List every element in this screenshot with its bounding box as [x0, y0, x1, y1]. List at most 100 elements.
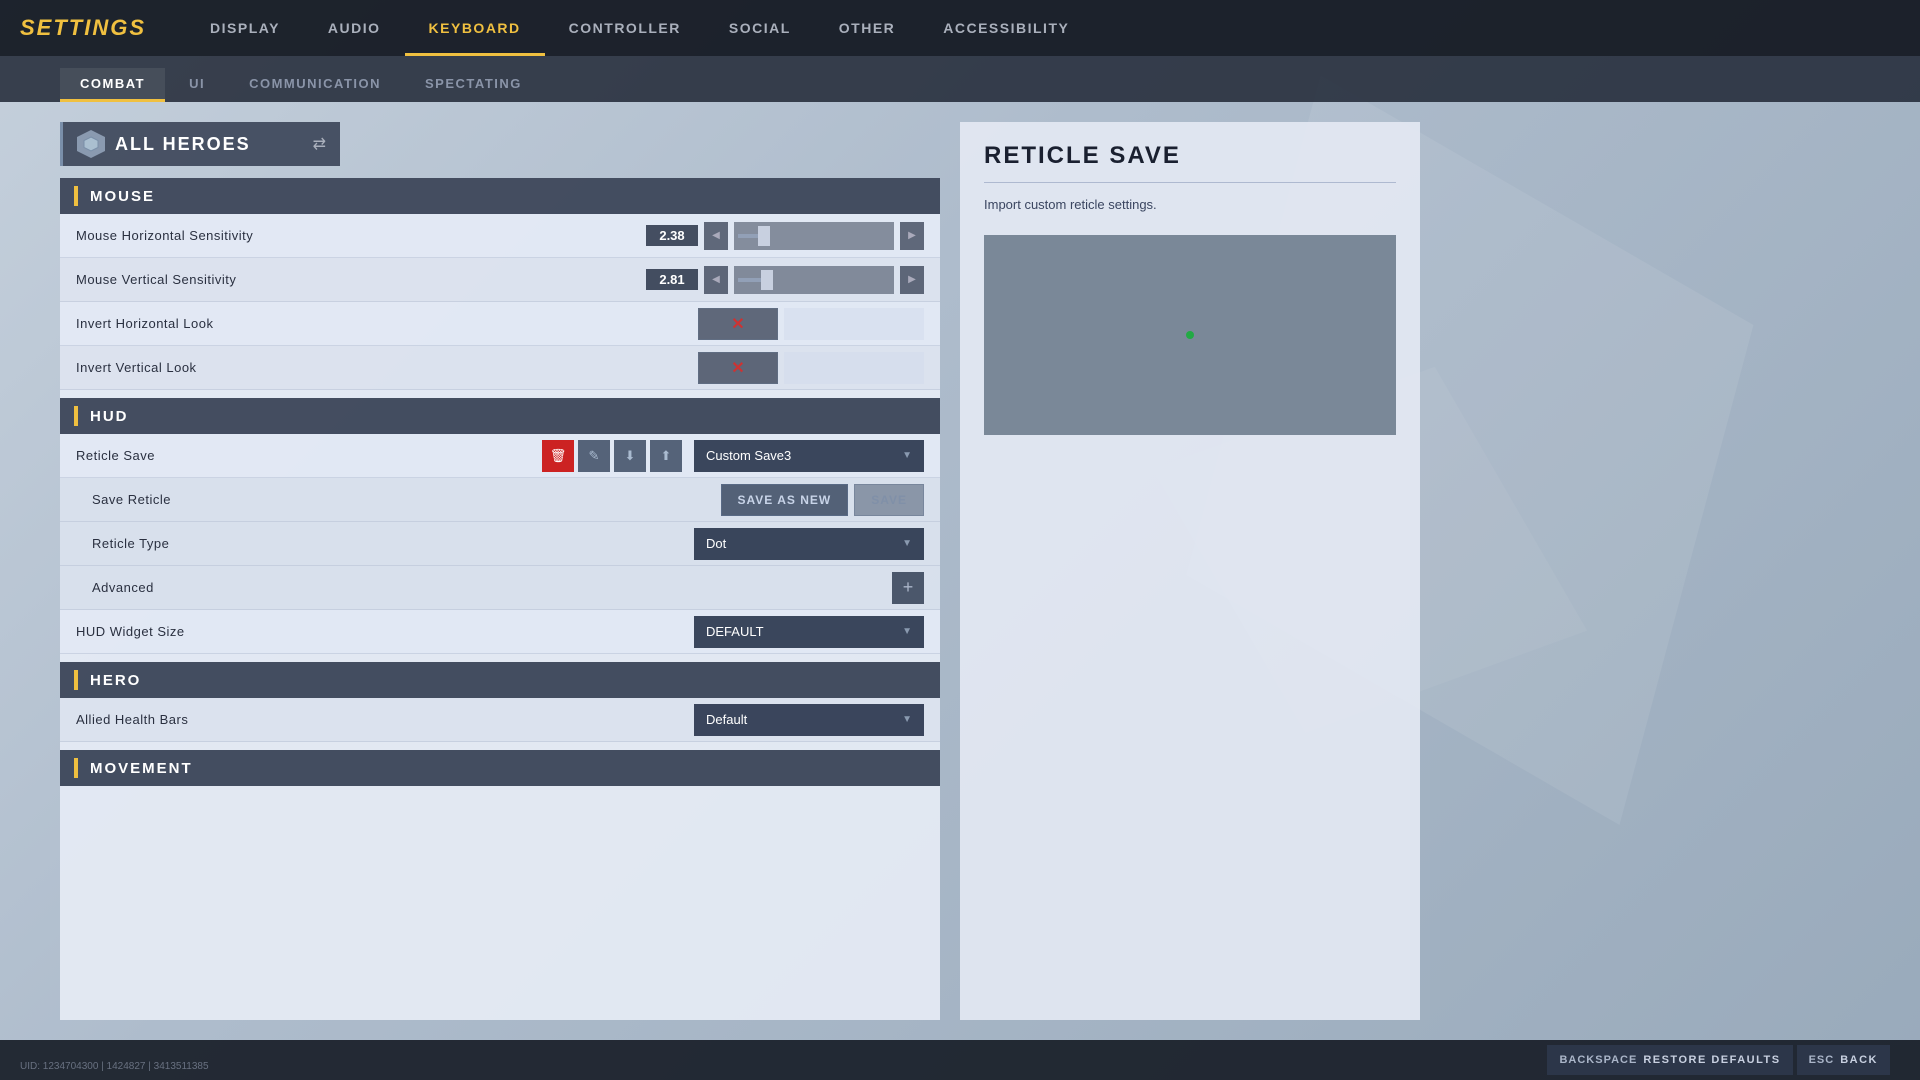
- mouse-horizontal-value: 2.38: [646, 225, 698, 246]
- mouse-horizontal-right-arrow[interactable]: ▶: [900, 222, 924, 250]
- invert-horizontal-control: ✕: [698, 308, 924, 340]
- reticle-export-button[interactable]: ⬆: [650, 440, 682, 472]
- movement-section-title: MOVEMENT: [90, 760, 193, 777]
- sub-tabs-bar: COMBAT UI COMMUNICATION SPECTATING: [0, 56, 1920, 102]
- back-button[interactable]: ESC BACK: [1797, 1045, 1890, 1075]
- allied-health-bars-control: Default ▼: [694, 704, 924, 736]
- hero-swap-button[interactable]: ⇄: [313, 134, 326, 154]
- reticle-save-dropdown[interactable]: Custom Save3 ▼: [694, 440, 924, 472]
- mouse-vertical-slider[interactable]: [734, 266, 894, 294]
- invert-vertical-toggle[interactable]: ✕: [698, 352, 778, 384]
- hero-section-title: HERO: [90, 672, 141, 689]
- hud-widget-size-dropdown[interactable]: DEFAULT ▼: [694, 616, 924, 648]
- nav-item-display[interactable]: DISPLAY: [186, 0, 304, 56]
- invert-vertical-x-icon: ✕: [731, 358, 744, 378]
- mouse-vertical-thumb[interactable]: [761, 270, 773, 290]
- allied-health-bars-dropdown[interactable]: Default ▼: [694, 704, 924, 736]
- mouse-horizontal-slider[interactable]: [734, 222, 894, 250]
- hero-icon: [77, 130, 105, 158]
- sub-tab-combat[interactable]: COMBAT: [60, 68, 165, 102]
- reticle-type-control: Dot ▼: [694, 528, 924, 560]
- invert-horizontal-row: Invert Horizontal Look ✕: [60, 302, 940, 346]
- top-nav-bar: SETTINGS DISPLAY AUDIO KEYBOARD CONTROLL…: [0, 0, 1920, 56]
- advanced-row: Advanced +: [60, 566, 940, 610]
- nav-item-other[interactable]: OTHER: [815, 0, 920, 56]
- hero-selector[interactable]: ALL HEROES ⇄: [60, 122, 340, 166]
- hero-section-header: HERO: [60, 662, 940, 698]
- reticle-save-label: Reticle Save: [76, 448, 542, 463]
- save-as-new-button[interactable]: SAVE AS NEW: [721, 484, 849, 516]
- nav-item-keyboard[interactable]: KEYBOARD: [405, 0, 545, 56]
- sub-tab-spectating[interactable]: SPECTATING: [405, 68, 542, 102]
- movement-section-header: MOVEMENT: [60, 750, 940, 786]
- mouse-vertical-control: 2.81 ◀ ▶: [646, 266, 924, 294]
- restore-defaults-label: RESTORE DEFAULTS: [1643, 1054, 1780, 1066]
- mouse-horizontal-label: Mouse Horizontal Sensitivity: [76, 228, 646, 243]
- mouse-horizontal-control: 2.38 ◀ ▶: [646, 222, 924, 250]
- reticle-save-row: Reticle Save 🗑 ✎ ⬇ ⬆ Custom Save3 ▼: [60, 434, 940, 478]
- mouse-vertical-value: 2.81: [646, 269, 698, 290]
- reticle-delete-button[interactable]: 🗑: [542, 440, 574, 472]
- movement-title-bar: [74, 758, 78, 778]
- hud-widget-dropdown-arrow: ▼: [902, 626, 912, 637]
- save-button[interactable]: SAVE: [854, 484, 924, 516]
- sub-tab-communication[interactable]: COMMUNICATION: [229, 68, 401, 102]
- allied-health-dropdown-arrow: ▼: [902, 714, 912, 725]
- invert-vertical-control: ✕: [698, 352, 924, 384]
- hud-title-bar: [74, 406, 78, 426]
- reticle-type-label: Reticle Type: [92, 536, 694, 551]
- advanced-label: Advanced: [92, 580, 892, 595]
- mouse-vertical-right-arrow[interactable]: ▶: [900, 266, 924, 294]
- reticle-save-dropdown-arrow: ▼: [902, 450, 912, 461]
- reticle-type-dropdown[interactable]: Dot ▼: [694, 528, 924, 560]
- hero-title: ALL HEROES: [115, 134, 303, 155]
- save-reticle-row: Save Reticle SAVE AS NEW SAVE: [60, 478, 940, 522]
- nav-item-accessibility[interactable]: ACCESSIBILITY: [919, 0, 1093, 56]
- hero-title-bar: [74, 670, 78, 690]
- mouse-horizontal-thumb[interactable]: [758, 226, 770, 246]
- invert-vertical-label: Invert Vertical Look: [76, 360, 698, 375]
- nav-items: DISPLAY AUDIO KEYBOARD CONTROLLER SOCIAL…: [186, 0, 1093, 56]
- bottom-bar: UID: 1234704300 | 1424827 | 3413511385 B…: [0, 1040, 1920, 1080]
- nav-item-audio[interactable]: AUDIO: [304, 0, 405, 56]
- app-title: SETTINGS: [20, 15, 146, 41]
- reticle-import-button[interactable]: ⬇: [614, 440, 646, 472]
- hud-widget-size-control: DEFAULT ▼: [694, 616, 924, 648]
- reticle-dot: [1186, 331, 1194, 339]
- hud-section-title: HUD: [90, 408, 129, 425]
- save-reticle-control: SAVE AS NEW SAVE: [721, 484, 924, 516]
- hud-section-header: HUD: [60, 398, 940, 434]
- back-label: BACK: [1840, 1054, 1878, 1066]
- invert-horizontal-x-icon: ✕: [731, 314, 744, 334]
- allied-health-bars-label: Allied Health Bars: [76, 712, 694, 727]
- right-panel: RETICLE SAVE Import custom reticle setti…: [960, 122, 1420, 1020]
- right-panel-description: Import custom reticle settings.: [984, 195, 1396, 215]
- reticle-save-icons: 🗑 ✎ ⬇ ⬆: [542, 440, 682, 472]
- invert-vertical-placeholder: [784, 352, 924, 384]
- mouse-vertical-left-arrow[interactable]: ◀: [704, 266, 728, 294]
- invert-horizontal-placeholder: [784, 308, 924, 340]
- invert-horizontal-toggle[interactable]: ✕: [698, 308, 778, 340]
- left-panel: ALL HEROES ⇄ MOUSE Mouse Horizontal Sens…: [60, 122, 940, 1020]
- nav-item-controller[interactable]: CONTROLLER: [545, 0, 705, 56]
- mouse-section-title: MOUSE: [90, 188, 155, 205]
- mouse-horizontal-left-arrow[interactable]: ◀: [704, 222, 728, 250]
- advanced-control: +: [892, 572, 924, 604]
- restore-defaults-button[interactable]: BACKSPACE RESTORE DEFAULTS: [1547, 1045, 1792, 1075]
- nav-item-social[interactable]: SOCIAL: [705, 0, 815, 56]
- mouse-vertical-row: Mouse Vertical Sensitivity 2.81 ◀ ▶: [60, 258, 940, 302]
- hud-widget-size-row: HUD Widget Size DEFAULT ▼: [60, 610, 940, 654]
- sub-tab-ui[interactable]: UI: [169, 68, 225, 102]
- invert-vertical-row: Invert Vertical Look ✕: [60, 346, 940, 390]
- reticle-edit-button[interactable]: ✎: [578, 440, 610, 472]
- advanced-expand-button[interactable]: +: [892, 572, 924, 604]
- back-key: ESC: [1809, 1054, 1835, 1066]
- version-text: UID: 1234704300 | 1424827 | 3413511385: [20, 1061, 209, 1072]
- reticle-type-row: Reticle Type Dot ▼: [60, 522, 940, 566]
- reticle-type-dropdown-arrow: ▼: [902, 538, 912, 549]
- reticle-preview: [984, 235, 1396, 435]
- save-reticle-label: Save Reticle: [92, 492, 721, 507]
- allied-health-bars-row: Allied Health Bars Default ▼: [60, 698, 940, 742]
- mouse-section-header: MOUSE: [60, 178, 940, 214]
- reticle-save-control: 🗑 ✎ ⬇ ⬆ Custom Save3 ▼: [542, 440, 924, 472]
